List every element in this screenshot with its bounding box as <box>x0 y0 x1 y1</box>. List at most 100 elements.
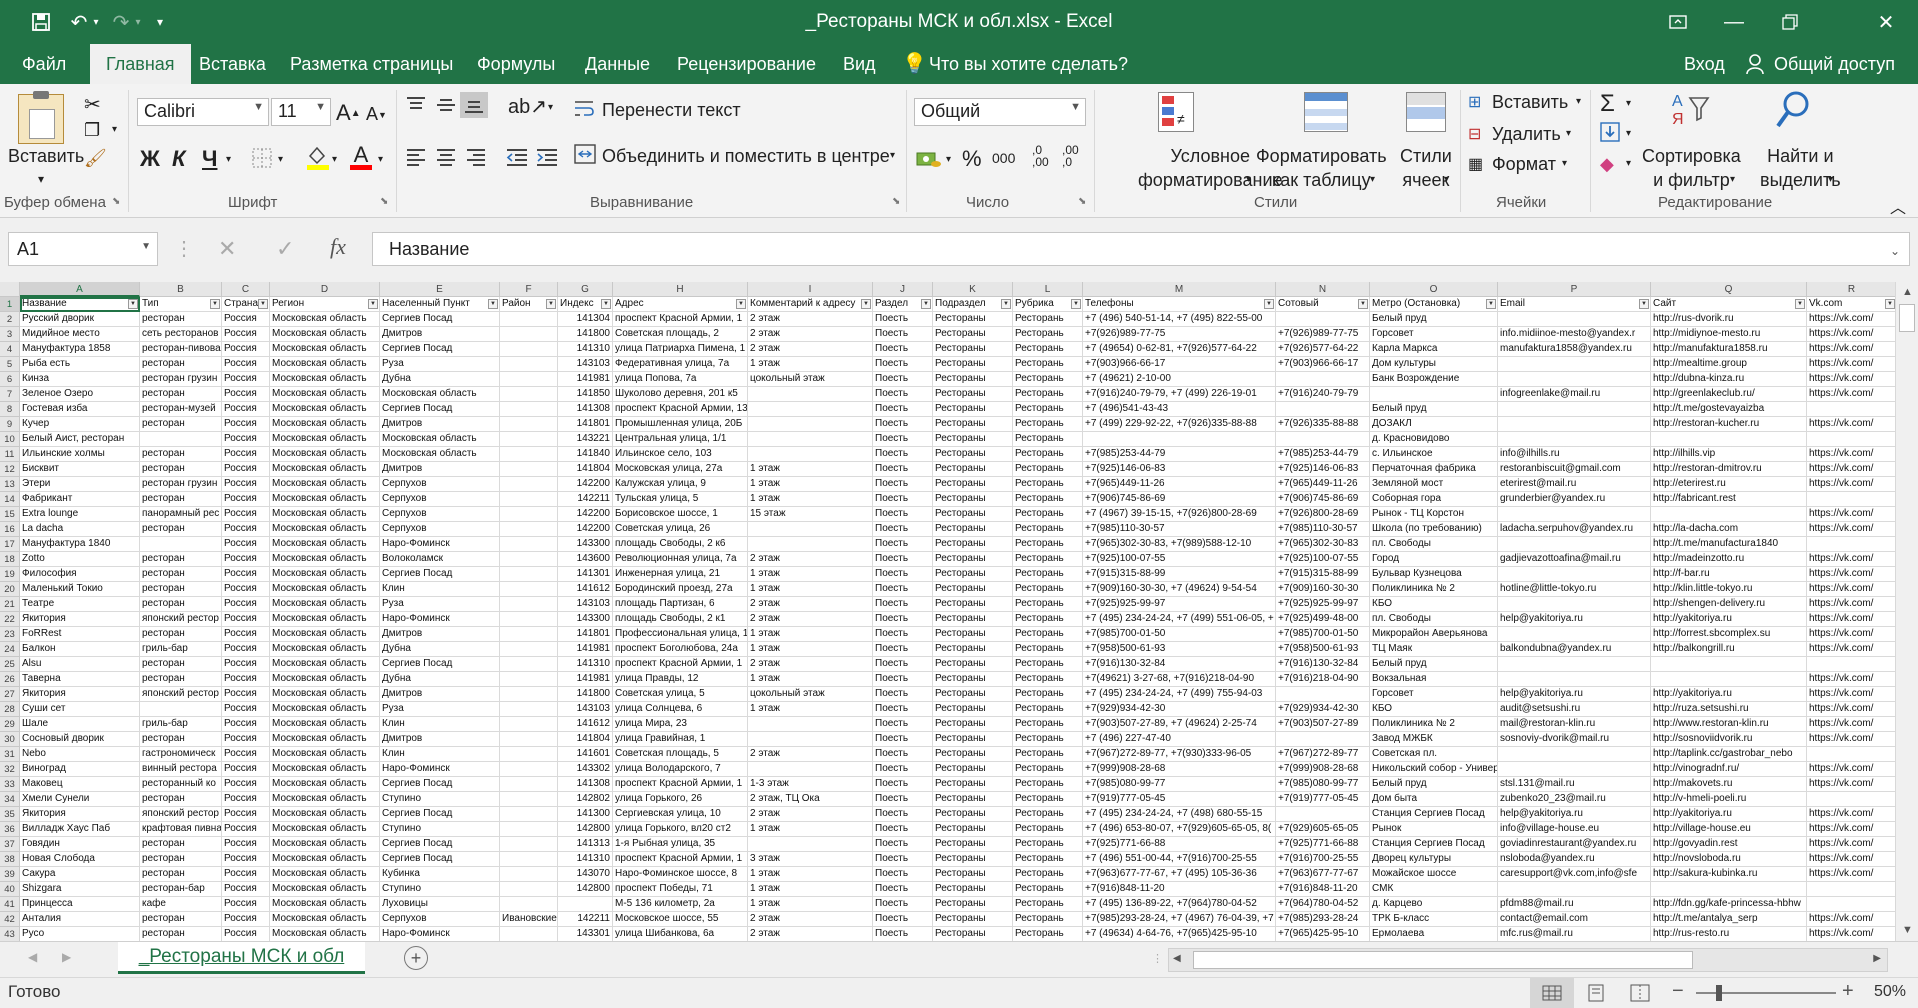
cell[interactable] <box>500 597 558 612</box>
cell[interactable]: Дмитров <box>380 327 500 342</box>
cell[interactable]: help@yakitoriya.ru <box>1498 687 1651 702</box>
cell[interactable]: площадь Свободы, 2 к6 <box>613 537 748 552</box>
cell[interactable]: Поесть <box>873 612 933 627</box>
bold-button[interactable]: Ж <box>140 146 160 172</box>
cell[interactable]: +7(963)677-77-67, +7 (495) 105-36-36 <box>1083 867 1276 882</box>
filter-dropdown-icon[interactable]: ▼ <box>258 299 268 309</box>
cell[interactable]: Серпухов <box>380 477 500 492</box>
font-name-select[interactable]: Calibri ▼ <box>137 98 269 126</box>
row-header[interactable]: 19 <box>0 567 20 582</box>
cell[interactable]: Ресторань <box>1013 582 1083 597</box>
cell[interactable]: +7(985)253-44-79 <box>1083 447 1276 462</box>
fill-dropdown-icon[interactable]: ▾ <box>1626 128 1631 139</box>
sheet-tab-active[interactable]: _Рестораны МСК и обл <box>118 942 365 974</box>
row-header[interactable]: 2 <box>0 312 20 327</box>
cell[interactable]: Дмитров <box>380 627 500 642</box>
header-cell[interactable]: Район ▼ <box>500 297 558 312</box>
cell[interactable]: +7(985)293-28-24, +7 (4967) 76-04-39, +7 <box>1083 912 1276 927</box>
cell[interactable]: +7(919)777-05-45 <box>1083 792 1276 807</box>
cell[interactable]: http://restoran-kucher.ru <box>1651 417 1807 432</box>
cell[interactable]: Поесть <box>873 807 933 822</box>
zoom-level[interactable]: 50% <box>1874 983 1906 1001</box>
format-cells-button[interactable]: Формат <box>1492 154 1556 175</box>
cell[interactable]: Клин <box>380 747 500 762</box>
row-header[interactable]: 22 <box>0 612 20 627</box>
cell[interactable]: http://makovets.ru <box>1651 777 1807 792</box>
cell[interactable]: +7(916)218-04-90 <box>1276 672 1370 687</box>
orientation-dropdown-icon[interactable]: ▾ <box>548 102 553 113</box>
row-header[interactable]: 43 <box>0 927 20 941</box>
cell[interactable]: Рестораны <box>933 597 1013 612</box>
cell[interactable] <box>500 837 558 852</box>
cell[interactable]: 143103 <box>558 357 613 372</box>
cell[interactable]: +7(967)272-89-77, +7(930)333-96-05 <box>1083 747 1276 762</box>
align-right-icon[interactable] <box>466 148 486 166</box>
cell[interactable]: Поесть <box>873 522 933 537</box>
cell[interactable]: http://la-dacha.com <box>1651 522 1807 537</box>
cancel-entry-icon[interactable]: ✕ <box>218 236 236 262</box>
cell[interactable] <box>500 627 558 642</box>
cell[interactable]: http://yakitoriya.ru <box>1651 687 1807 702</box>
cell[interactable]: +7(967)272-89-77 <box>1276 747 1370 762</box>
format-cells-dropdown-icon[interactable]: ▾ <box>1562 158 1567 169</box>
cell[interactable] <box>140 537 222 552</box>
cell[interactable]: +7(916)240-79-79, +7 (499) 226-19-01 <box>1083 387 1276 402</box>
cell[interactable]: https://vk.com/ <box>1807 612 1895 627</box>
page-layout-view-icon[interactable] <box>1586 984 1606 1002</box>
cell[interactable]: ресторан <box>140 522 222 537</box>
cell[interactable]: 142200 <box>558 522 613 537</box>
cell[interactable]: ресторан <box>140 837 222 852</box>
row-header[interactable]: 31 <box>0 747 20 762</box>
cell[interactable]: Ресторань <box>1013 312 1083 327</box>
cell[interactable]: Школа (по требованию) <box>1370 522 1498 537</box>
cell[interactable]: Ступино <box>380 792 500 807</box>
cell[interactable]: Ермолаева <box>1370 927 1498 941</box>
number-launcher-icon[interactable]: ⬊ <box>1078 196 1086 207</box>
cell[interactable]: Московская область <box>270 357 380 372</box>
cell[interactable]: Поесть <box>873 327 933 342</box>
font-size-select[interactable]: 11 ▼ <box>271 98 331 126</box>
cell[interactable]: http://www.restoran-klin.ru <box>1651 717 1807 732</box>
cell[interactable]: Рестораны <box>933 312 1013 327</box>
increase-font-size-icon[interactable]: A ▲ <box>336 100 361 126</box>
header-cell[interactable]: Подраздел ▼ <box>933 297 1013 312</box>
header-cell[interactable]: Комментарий к адресу ▼ <box>748 297 873 312</box>
cell[interactable]: Ресторань <box>1013 837 1083 852</box>
cell[interactable]: +7(929)934-42-30 <box>1276 702 1370 717</box>
merge-center-button[interactable]: Объединить и поместить в центре <box>602 146 890 167</box>
cell[interactable]: gadjievazottoafina@mail.ru <box>1498 552 1651 567</box>
row-header[interactable]: 40 <box>0 882 20 897</box>
sort-filter-button[interactable]: Сортировка и фильтр <box>1642 144 1741 192</box>
cell[interactable]: Россия <box>222 687 270 702</box>
cell[interactable]: https://vk.com/ <box>1807 417 1895 432</box>
accounting-format-icon[interactable] <box>916 148 942 170</box>
cell[interactable]: Рестораны <box>933 402 1013 417</box>
cell[interactable] <box>748 387 873 402</box>
cell[interactable]: http://mealtime.group <box>1651 357 1807 372</box>
cell[interactable]: д. Красновидово <box>1370 432 1498 447</box>
cell[interactable]: 143070 <box>558 867 613 882</box>
cell[interactable]: ТЦ Маяк <box>1370 642 1498 657</box>
row-header[interactable]: 30 <box>0 732 20 747</box>
clipboard-launcher-icon[interactable]: ⬊ <box>112 196 120 207</box>
cell[interactable]: Московская область <box>270 417 380 432</box>
cell[interactable]: Московская область <box>270 402 380 417</box>
filter-dropdown-icon[interactable]: ▼ <box>210 299 220 309</box>
header-cell[interactable]: Адрес ▼ <box>613 297 748 312</box>
cell[interactable]: Россия <box>222 462 270 477</box>
spreadsheet-grid[interactable]: ABCDEFGHIJKLMNOPQR 1 2 3 4 5 6 7 8 9 10 11 12 13 14 15… <box>0 282 1895 941</box>
row-header[interactable]: 1 <box>0 297 20 312</box>
cell[interactable]: 2 этаж, ТЦ Ока <box>748 792 873 807</box>
cell[interactable]: https://vk.com/ <box>1807 507 1895 522</box>
cell[interactable]: Этери <box>20 477 140 492</box>
vertical-scrollbar[interactable]: ▲ ▼ <box>1895 282 1918 941</box>
cell[interactable]: Россия <box>222 537 270 552</box>
cell[interactable]: https://vk.com/ <box>1807 702 1895 717</box>
cell[interactable]: +7(903)966-66-17 <box>1083 357 1276 372</box>
row-header[interactable]: 17 <box>0 537 20 552</box>
cell[interactable]: +7(985)253-44-79 <box>1276 447 1370 462</box>
cell[interactable]: Поесть <box>873 792 933 807</box>
cell[interactable]: Советская площадь, 2 <box>613 327 748 342</box>
column-header-c[interactable]: C <box>222 282 270 297</box>
cell[interactable]: http://rus-dvorik.ru <box>1651 312 1807 327</box>
